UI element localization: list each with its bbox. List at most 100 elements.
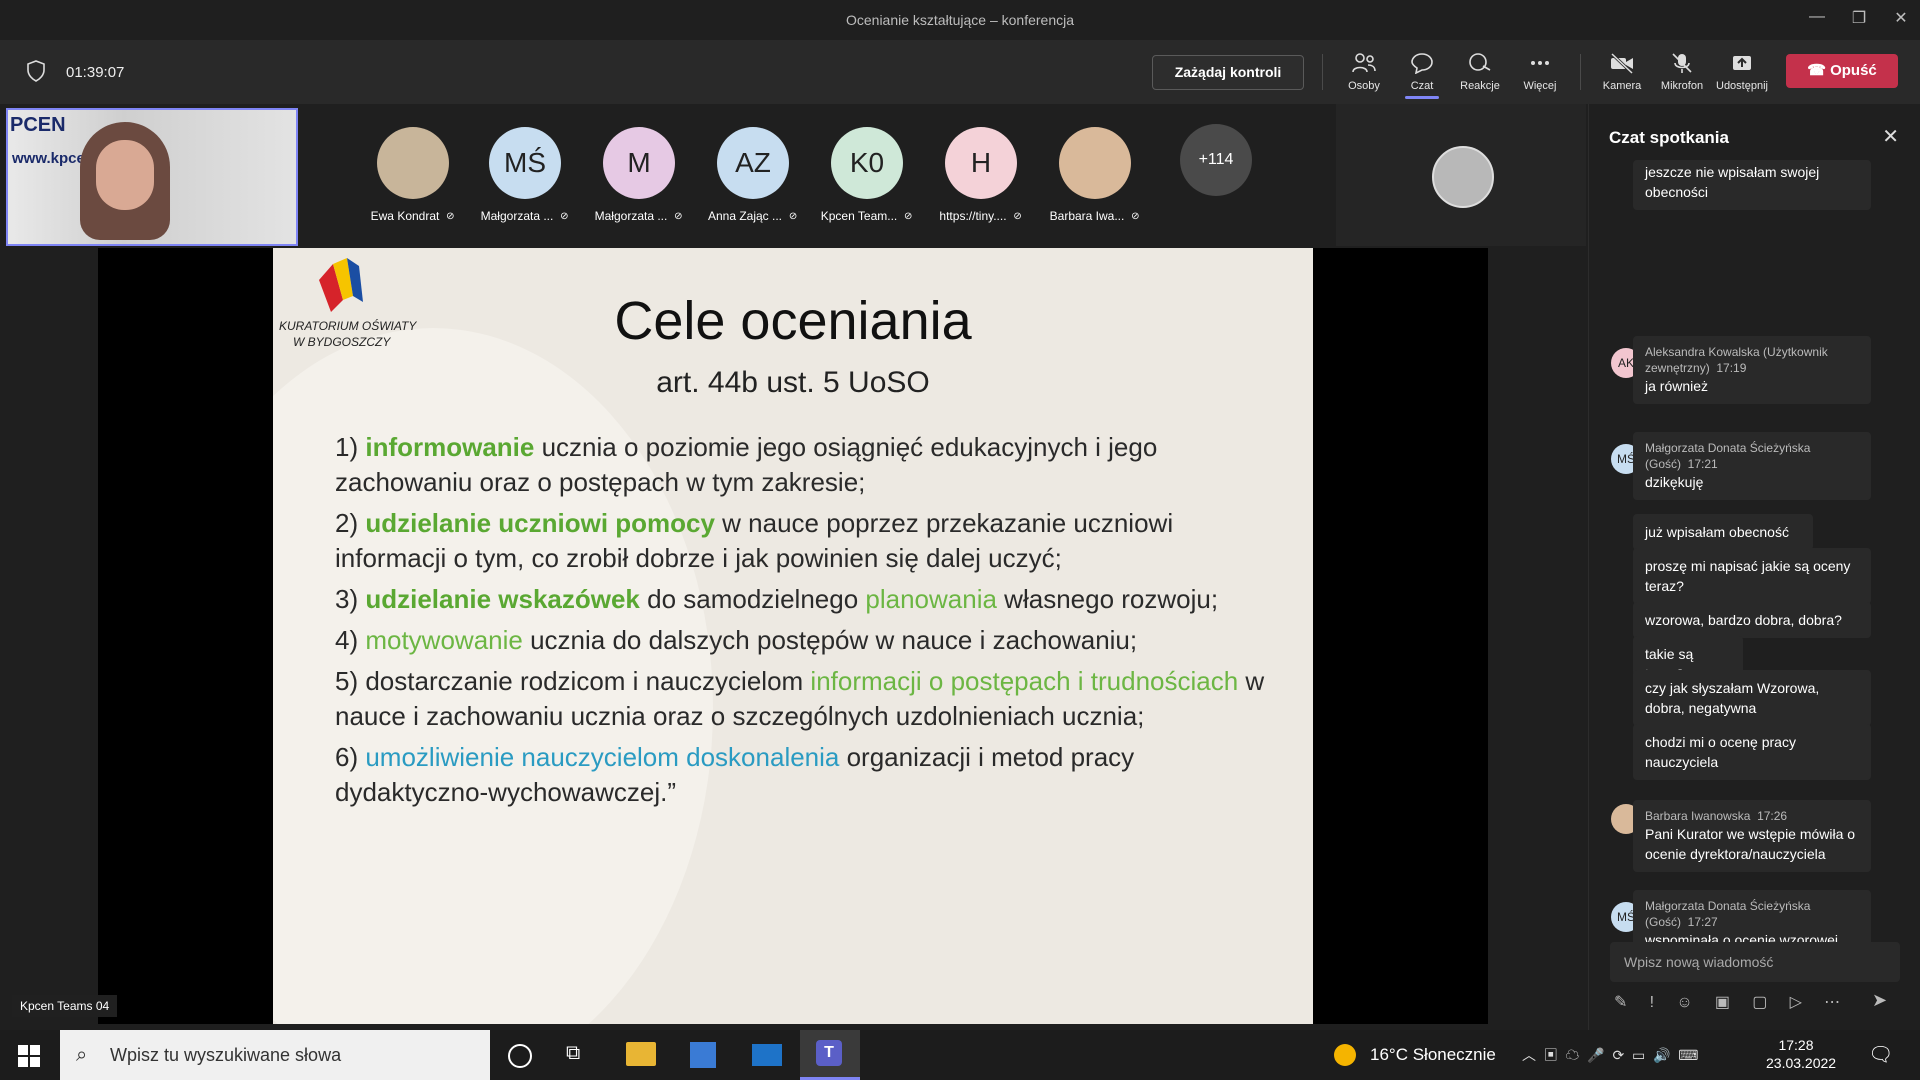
chat-message: Barbara Iwanowska 17:26 Pani Kurator we … [1633,800,1871,872]
presenter-video-tile[interactable]: PCEN www.kpcen [6,108,298,246]
important-icon[interactable]: ! [1650,994,1654,1011]
slide-point-5: 5) dostarczanie rodzicom i nauczycielom … [335,666,1265,731]
teams-taskbar-button[interactable]: T [800,1030,860,1080]
participant-name-text: Kpcen Team... [820,209,898,223]
participant-avatar [377,127,449,199]
format-icon[interactable]: ✎ [1614,994,1627,1011]
mic-off-icon [1672,53,1692,73]
gif-icon[interactable]: ▣ [1715,994,1730,1011]
restore-icon[interactable]: ❐ [1836,8,1882,32]
more-icon [1531,61,1549,65]
taskbar-search-input[interactable]: ⌕ Wpisz tu wyszukiwane słowa [60,1030,490,1080]
chat-message: już wpisałam obecność [1633,514,1813,550]
person-face [96,140,154,210]
share-button[interactable]: Udostępnij [1712,50,1772,100]
chat-header: Czat spotkania [1609,128,1729,147]
more-options-icon[interactable]: ⋯ [1824,994,1840,1011]
system-tray-icons[interactable]: ︿ ▣ ☁ 🎤 ⟳ ▭ 🔊 ⌨ [1522,1030,1698,1080]
more-button[interactable]: Więcej [1510,50,1570,100]
chat-message: proszę mi napisać jakie są oceny teraz? [1633,548,1871,604]
weather-text[interactable]: 16°C Słonecznie [1370,1030,1496,1080]
notifications-icon[interactable]: 🗨 [1868,1042,1893,1067]
active-tab-indicator [1405,96,1439,99]
minimize-icon[interactable]: — [1794,8,1840,32]
mic-muted-icon: ⊘ [674,210,683,222]
message-author: Małgorzata Donata Ścieżyńska (Gość) [1645,899,1811,929]
share-label: Udostępnij [1716,80,1768,92]
sun-icon [1334,1044,1356,1066]
store-icon[interactable] [690,1042,716,1068]
people-button[interactable]: Osoby [1334,50,1394,100]
mic-muted-icon: ⊘ [904,210,913,222]
participant-tile[interactable]: AZ Anna Zając ... ⊘ [698,127,808,223]
camera-label: Kamera [1602,80,1642,92]
participant-name-text: Ewa Kondrat [370,209,440,223]
close-window-icon[interactable]: ✕ [1878,8,1920,32]
presenter-name-label: Kpcen Teams 04 [12,995,118,1017]
leave-label: Opuść [1830,62,1877,79]
presentation-slide: KURATORIUM OŚWIATY W BYDGOSZCZY Cele oce… [273,248,1313,1024]
participant-name: Ewa Kondrat ⊘ [358,209,468,223]
message-author: Małgorzata Donata Ścieżyńska (Gość) [1645,441,1811,471]
mic-label: Mikrofon [1660,80,1704,92]
chat-message: wzorowa, bardzo dobra, dobra? [1633,602,1871,638]
participant-tile[interactable]: K0 Kpcen Team... ⊘ [812,127,922,223]
clock-time: 17:28 [1778,1037,1814,1053]
task-view-icon[interactable]: ⧉ [566,1042,580,1065]
search-icon: ⌕ [76,1044,88,1066]
meeting-toolbar: 01:39:07 Zażądaj kontroli Osoby Czat Rea… [0,40,1920,104]
participant-name: https://tiny.... ⊘ [926,209,1036,223]
slide-point-6: 6) umożliwienie nauczycielom doskonaleni… [335,742,1135,807]
mail-icon[interactable] [752,1044,782,1066]
windows-start-icon[interactable] [18,1045,40,1067]
emoji-icon[interactable]: ☺ [1676,994,1692,1011]
request-control-button[interactable]: Zażądaj kontroli [1152,55,1304,90]
phone-hangup-icon: ☎ [1807,62,1831,79]
mic-muted-icon: ⊘ [1013,210,1022,222]
participant-name-text: Małgorzata ... [480,209,554,223]
mic-button[interactable]: Mikrofon [1652,50,1712,100]
participant-tile[interactable]: Hhttps://tiny.... ⊘ [926,127,1036,223]
chat-message: jeszcze nie wpisałam swojej obecności [1633,160,1871,210]
send-icon[interactable]: ➤ [1872,990,1887,1011]
slide-subtitle: art. 44b ust. 5 UoSO [656,366,930,399]
pinned-participant-tile[interactable] [1336,104,1586,246]
participant-name: Małgorzata ... ⊘ [584,209,694,223]
participant-tile[interactable]: MŚ Małgorzata ... ⊘ [470,127,580,223]
message-time: 17:21 [1687,457,1718,471]
participant-avatar [1059,127,1131,199]
participant-avatar: AZ [717,127,789,199]
clock-date: 23.03.2022 [1766,1055,1837,1071]
kpcen-logo: PCEN [10,114,66,136]
participant-name: Kpcen Team... ⊘ [812,209,922,223]
participant-tile[interactable]: Ewa Kondrat ⊘ [358,127,468,223]
slide-point-1: 1) informowanie ucznia o poziomie jego o… [335,432,1158,497]
participant-tile[interactable]: Barbara Iwa... ⊘ [1040,127,1150,223]
reactions-button[interactable]: Reakcje [1450,50,1510,100]
cortana-icon[interactable] [508,1044,532,1068]
forward-icon[interactable]: ▷ [1790,994,1802,1011]
compose-message-input[interactable]: Wpisz nową wiadomość [1610,942,1900,982]
system-clock[interactable]: 17:28 23.03.2022 [1766,1036,1837,1072]
sticker-icon[interactable]: ▢ [1752,994,1767,1011]
message-author: Barbara Iwanowska [1645,809,1751,823]
slide-title: Cele oceniania [614,291,972,351]
participant-name-text: Małgorzata ... [594,209,668,223]
close-chat-icon[interactable]: ✕ [1882,124,1899,149]
participant-name: Barbara Iwa... ⊘ [1040,209,1150,223]
people-label: Osoby [1348,80,1380,92]
camera-button[interactable]: Kamera [1592,50,1652,100]
participant-avatar: H [945,127,1017,199]
share-icon [1733,56,1751,70]
file-explorer-icon[interactable] [626,1042,656,1066]
window-title: Ocenianie kształtujące – konferencja [845,12,1075,28]
message-text: ja również [1645,378,1709,394]
compose-toolbar: ✎ ! ☺ ▣ ▢ ▷ ⋯ [1614,992,1840,1012]
chat-button[interactable]: Czat [1392,50,1452,100]
chat-panel: Czat spotkania ✕ jeszcze nie wpisałam sw… [1588,104,1920,1030]
chat-message: chodzi mi o ocenę pracy nauczyciela [1633,724,1871,780]
participant-name-text: Barbara Iwa... [1049,209,1125,223]
leave-button[interactable]: ☎ Opuść [1786,54,1898,88]
more-participants-button[interactable]: +114 [1180,124,1252,196]
participant-tile[interactable]: M Małgorzata ... ⊘ [584,127,694,223]
